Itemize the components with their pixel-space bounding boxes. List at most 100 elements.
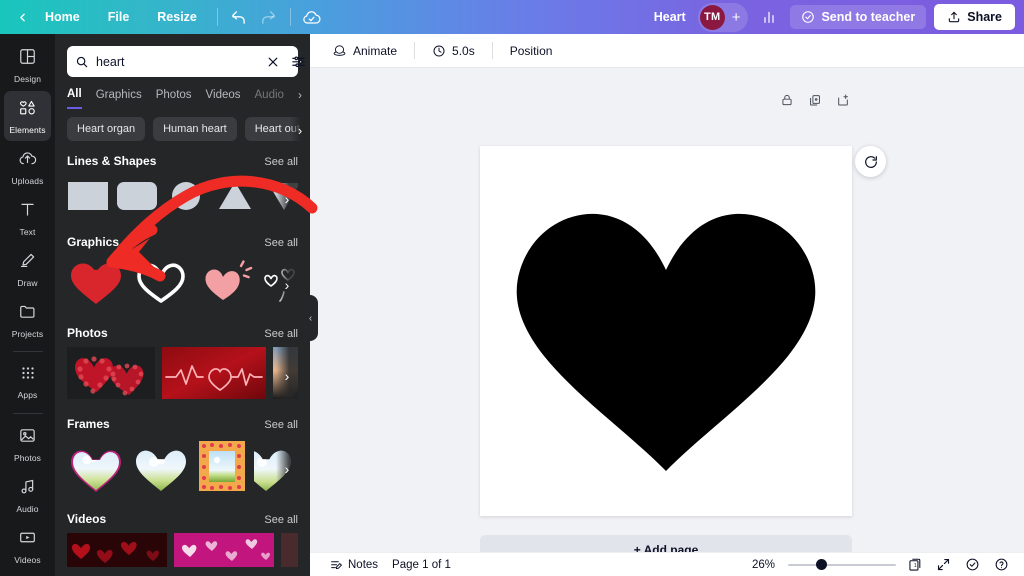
notes-icon [329,558,343,572]
graphic-outline-heart[interactable] [132,256,190,313]
expand-fullscreen-icon[interactable] [933,554,954,575]
position-button[interactable]: Position [500,39,563,63]
frame-heart-pink-edge[interactable] [67,438,125,499]
lock-icon[interactable] [776,89,798,111]
see-all-lines-shapes[interactable]: See all [264,156,298,168]
sidebar-item-elements[interactable]: Elements [4,91,51,141]
animate-button[interactable]: Animate [322,38,407,63]
section-title: Videos [67,512,107,526]
graphic-red-heart[interactable] [67,256,125,313]
see-all-videos[interactable]: See all [264,514,298,526]
search-area [55,34,310,77]
sidebar-item-design[interactable]: Design [4,40,51,90]
resize-button[interactable]: Resize [143,4,211,30]
undo-icon[interactable] [224,4,254,30]
add-collaborator-button[interactable]: + [732,9,741,26]
search-category-tabs: All Graphics Photos Videos Audio › [55,77,310,109]
section-title: Photos [67,326,108,340]
close-x-icon[interactable] [264,53,282,71]
redo-icon[interactable] [254,4,284,30]
graphics-next-icon[interactable]: › [276,256,298,313]
chevron-right-icon[interactable]: › [298,88,302,109]
black-heart-shape[interactable] [500,186,832,481]
shape-square[interactable] [67,175,109,222]
animate-circles-icon [332,43,347,58]
shape-circle[interactable] [165,175,207,222]
tab-graphics[interactable]: Graphics [96,89,142,108]
panel-collapse-handle[interactable]: ‹ [303,295,318,341]
sidebar-item-projects[interactable]: Projects [4,295,51,345]
document-title[interactable]: Heart [644,10,696,24]
notes-button[interactable]: Notes [322,555,385,575]
add-page-above-icon[interactable] [832,89,854,111]
frame-heart-border-rectangle[interactable] [197,438,247,499]
sidebar-item-photos[interactable]: Photos [4,419,51,469]
chip-heart-organ[interactable]: Heart organ [67,117,146,141]
photo-heartbeat-line[interactable] [162,347,266,404]
home-button[interactable]: Home [31,4,94,30]
shape-rounded-square[interactable] [116,175,158,222]
duration-label: 5.0s [452,43,475,58]
question-help-icon[interactable] [991,554,1012,575]
design-page[interactable] [480,146,852,516]
photos-image-icon [18,426,37,450]
clock-icon [432,44,446,58]
check-circle-icon[interactable] [962,554,983,575]
rail-divider-2 [12,413,43,414]
sidebar-item-uploads[interactable]: Uploads [4,142,51,192]
notes-label: Notes [348,558,379,571]
sidebar-item-videos[interactable]: Videos [4,521,51,571]
filter-sliders-icon[interactable] [289,52,308,71]
graphic-pink-doodle-heart[interactable] [197,256,255,313]
context-divider-2 [491,42,493,59]
page-indicator: Page 1 of 1 [392,558,451,571]
section-header: Videos See all [67,512,298,526]
zoom-slider-knob[interactable] [816,559,827,570]
tab-audio[interactable]: Audio [255,89,284,108]
section-graphics: Graphics See all › [55,235,310,313]
see-all-graphics[interactable]: See all [264,237,298,249]
section-title: Lines & Shapes [67,154,157,168]
animate-label: Animate [353,43,398,58]
share-button[interactable]: Share [934,4,1015,30]
video-dark-red-hearts[interactable] [67,533,167,572]
tab-videos[interactable]: Videos [206,89,241,108]
sidebar-item-label: Projects [11,328,44,339]
sidebar-item-audio[interactable]: Audio [4,470,51,520]
folder-icon [18,302,37,326]
chips-next-icon[interactable]: › [290,117,310,141]
video-pink-hearts[interactable] [174,533,274,572]
section-lines-and-shapes: Lines & Shapes See all › [55,154,310,222]
photo-two-rose-hearts[interactable] [67,347,155,404]
chip-human-heart[interactable]: Human heart [153,117,237,141]
duplicate-page-icon[interactable] [804,89,826,111]
shape-triangle-up[interactable] [214,175,256,222]
sidebar-item-draw[interactable]: Draw [4,244,51,294]
sidebar-item-apps[interactable]: Apps [4,357,51,407]
top-toolbar-right: Heart TM + Send to teacher Share [644,2,1024,32]
photos-next-icon[interactable]: › [276,347,298,404]
refresh-rotate-icon[interactable] [855,146,886,177]
shapes-next-icon[interactable]: › [276,175,298,222]
send-to-teacher-button[interactable]: Send to teacher [790,5,927,29]
see-all-frames[interactable]: See all [264,419,298,431]
video-third-thumbnail[interactable] [281,533,298,572]
zoom-slider[interactable] [788,558,896,572]
back-button[interactable] [10,7,31,28]
frames-next-icon[interactable]: › [276,438,298,499]
file-menu-button[interactable]: File [94,4,144,30]
insights-bar-chart-icon[interactable] [754,4,784,30]
search-input[interactable] [96,54,257,69]
search-box[interactable] [67,46,305,77]
duration-button[interactable]: 5.0s [422,39,485,63]
collaborators-group[interactable]: TM + [697,2,749,32]
frame-heart-landscape[interactable] [132,438,190,499]
page-count-icon[interactable]: 1 [904,554,925,575]
tab-all[interactable]: All [67,88,82,109]
tab-photos[interactable]: Photos [156,89,192,108]
text-t-icon [18,200,37,224]
sidebar-item-text[interactable]: Text [4,193,51,243]
canvas-workspace[interactable]: + Add page ^ [310,68,1024,576]
cloud-saved-icon[interactable] [297,4,327,30]
see-all-photos[interactable]: See all [264,328,298,340]
